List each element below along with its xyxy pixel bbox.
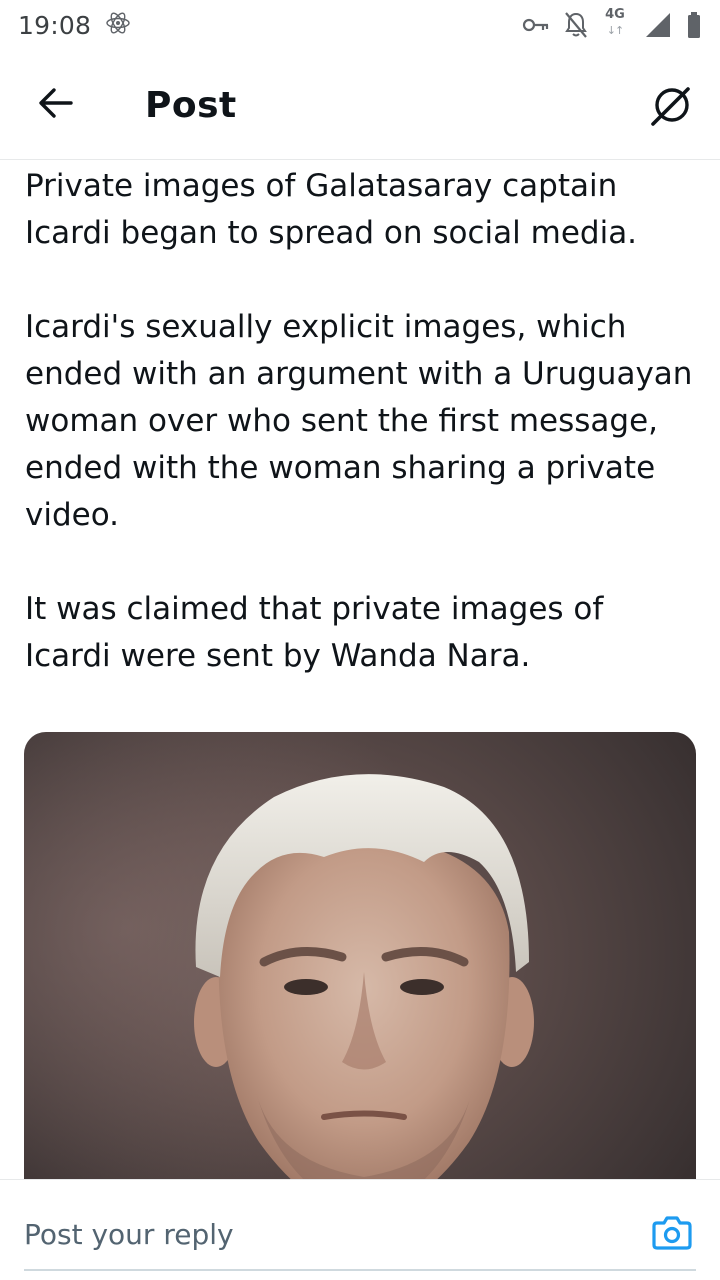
status-right: 4G ↓↑ xyxy=(522,0,702,50)
atom-icon xyxy=(105,10,131,40)
post-text-paragraph: Icardi's sexually explicit images, which… xyxy=(25,309,693,533)
battery-icon xyxy=(686,11,702,39)
arrow-left-icon xyxy=(37,86,75,124)
reply-input-underline xyxy=(24,1269,696,1271)
reply-input[interactable] xyxy=(24,1208,604,1260)
status-left: 19:08 xyxy=(18,10,131,40)
signal-icon xyxy=(642,11,672,39)
app-header: Post xyxy=(0,50,720,160)
camera-button[interactable] xyxy=(650,1212,694,1256)
status-time: 19:08 xyxy=(18,10,92,40)
page-title: Post xyxy=(145,85,237,126)
post-body: Private images of Galatasaray captain Ic… xyxy=(25,163,695,680)
back-button[interactable] xyxy=(26,75,86,135)
reply-bar xyxy=(0,1179,720,1280)
network-activity-arrows: ↓↑ xyxy=(606,24,624,37)
vpn-key-icon xyxy=(522,17,550,33)
network-type-label: 4G xyxy=(605,7,625,22)
grok-button[interactable] xyxy=(640,77,702,139)
grok-icon xyxy=(648,83,694,133)
notifications-off-icon xyxy=(564,11,588,39)
post-text-paragraph: It was claimed that private images of Ic… xyxy=(25,591,604,674)
camera-icon xyxy=(652,1214,692,1254)
network-4g-icon: 4G ↓↑ xyxy=(602,8,628,42)
status-bar: 19:08 4G ↓↑ xyxy=(0,0,720,50)
post-text-paragraph: Private images of Galatasaray captain Ic… xyxy=(25,168,638,251)
post-detail-screen: 19:08 4G ↓↑ Post Private images of Galat… xyxy=(0,0,720,1280)
